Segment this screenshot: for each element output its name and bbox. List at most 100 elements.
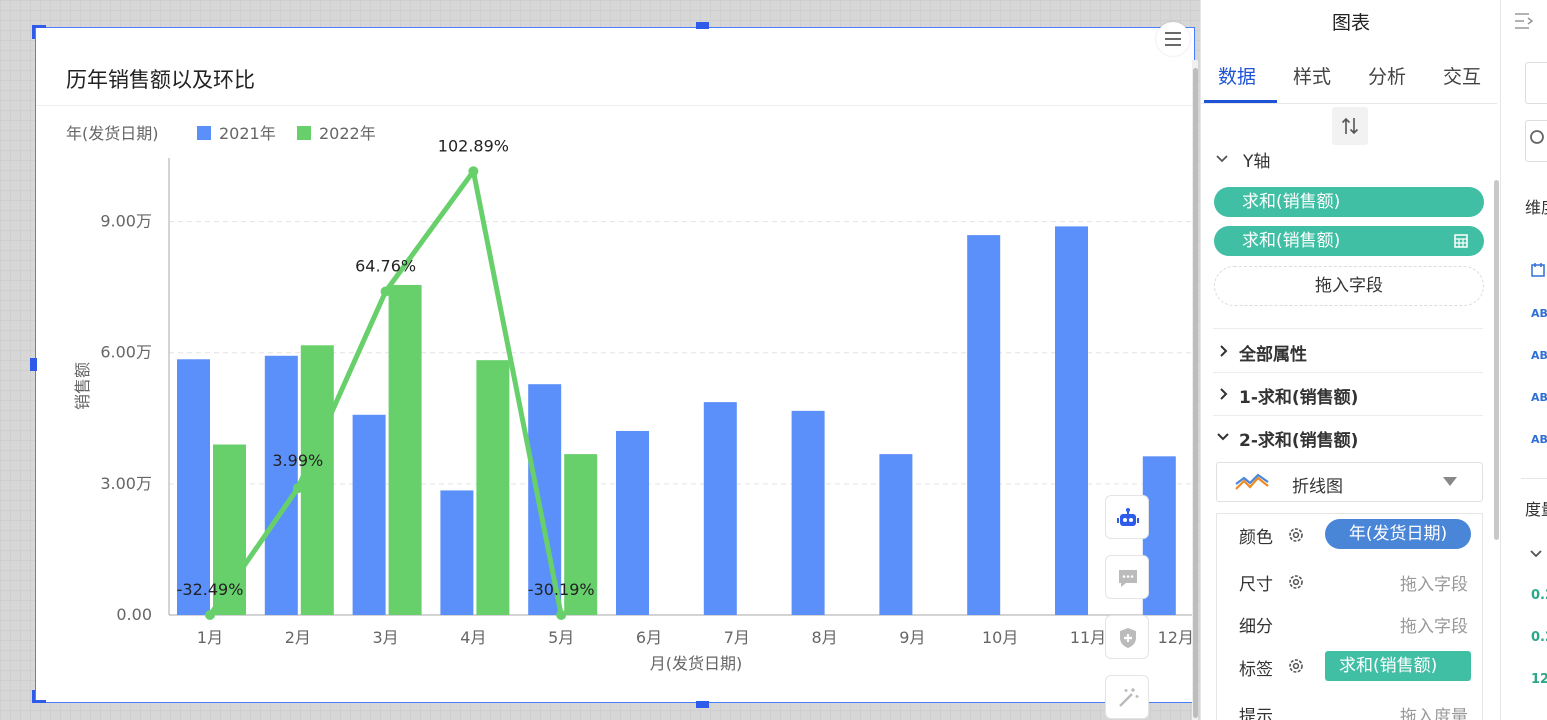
panel-title: 图表 <box>1331 12 1370 34</box>
x-tick-label: 9月 <box>899 628 925 647</box>
measures-label: 度量 <box>1525 500 1547 519</box>
section-measure-1[interactable]: 1-求和(销售额) <box>1239 383 1358 408</box>
x-tick-label: 8月 <box>812 628 838 647</box>
line-data-label: 102.89% <box>438 136 509 155</box>
section-measure-2[interactable]: 2-求和(销售额) <box>1239 426 1358 451</box>
x-axis-title: 月(发货日期) <box>650 654 743 673</box>
y-field-pill-1[interactable]: 求和(销售额) <box>1214 187 1484 217</box>
y-tick-label: 9.00万 <box>100 212 152 231</box>
bar-2022 <box>476 360 510 615</box>
resize-handle-top[interactable] <box>696 22 709 29</box>
chevron-down-icon[interactable] <box>1216 432 1230 442</box>
ai-assistant-button[interactable] <box>1105 495 1149 539</box>
bar-2021 <box>879 454 913 615</box>
field-list-panel: 维度 ABC ABC ABC ABC 度量 0.2 0.2 123 <box>1500 0 1547 720</box>
dimensions-label: 维度 <box>1525 198 1547 217</box>
field-type-abc: ABC <box>1531 391 1547 404</box>
bar-2021 <box>264 355 298 615</box>
chevron-right-icon[interactable] <box>1219 387 1229 401</box>
x-tick-label: 2月 <box>285 628 311 647</box>
color-field-pill[interactable]: 年(发货日期) <box>1325 519 1471 549</box>
section-all-properties[interactable]: 全部属性 <box>1239 340 1307 365</box>
bar-2021 <box>791 410 825 615</box>
field-type-abc: ABC <box>1531 349 1547 362</box>
x-tick-label: 11月 <box>1070 628 1106 647</box>
line-data-label: 64.76% <box>355 257 416 276</box>
line-point <box>468 166 479 177</box>
detail-drop-zone[interactable]: 拖入字段 <box>1400 612 1468 637</box>
canvas-area[interactable]: 历年销售额以及环比 年(发货日期) 2021年 2022年 0.00 3.00万 6.00… <box>0 0 1200 720</box>
legend-title: 年(发货日期) <box>66 124 159 143</box>
x-tick-label: 7月 <box>724 628 750 647</box>
canvas-scrollbar[interactable] <box>1193 68 1198 718</box>
panel-scrollbar[interactable] <box>1494 180 1499 540</box>
swap-axes-button[interactable] <box>1332 107 1368 145</box>
section-divider <box>1213 415 1483 416</box>
bar-2021 <box>616 430 649 615</box>
tab-analysis[interactable]: 分析 <box>1368 62 1406 89</box>
y-axis-drop-zone[interactable]: 拖入字段 <box>1214 266 1484 306</box>
mark-size-label: 尺寸 <box>1239 575 1273 595</box>
collapse-panel-icon[interactable] <box>1513 10 1537 32</box>
section-divider <box>1213 372 1483 373</box>
measure-type-number: 0.2 <box>1531 588 1547 603</box>
x-tick-label: 12月 <box>1158 628 1194 647</box>
bar-2022 <box>388 284 422 615</box>
resize-handle-bottom[interactable] <box>696 701 709 708</box>
x-tick-label: 1月 <box>197 628 223 647</box>
tab-style[interactable]: 样式 <box>1293 62 1331 89</box>
chevron-right-icon[interactable] <box>1219 344 1229 358</box>
mark-tooltip-label: 提示 <box>1239 707 1273 720</box>
chart-card[interactable]: 历年销售额以及环比 年(发货日期) 2021年 2022年 0.00 3.00万 6.00… <box>35 27 1196 703</box>
comment-button[interactable] <box>1105 555 1149 599</box>
chart-menu-icon[interactable] <box>1156 22 1190 56</box>
field-search-border <box>1525 120 1547 162</box>
mark-detail-label: 细分 <box>1239 617 1273 637</box>
bar-2022 <box>300 345 334 615</box>
gear-icon[interactable] <box>1287 573 1305 591</box>
x-tick-label: 5月 <box>548 628 574 647</box>
y-axis-label: Y轴 <box>1243 152 1271 172</box>
label-field-pill[interactable]: 求和(销售额) <box>1325 651 1471 681</box>
marks-card: 颜色 年(发货日期) 尺寸 拖入字段 细分 拖入字段 标签 求和(销售额) 提示… <box>1216 513 1483 720</box>
calculator-icon[interactable] <box>1454 234 1468 248</box>
chart-type-label: 折线图 <box>1292 477 1343 497</box>
tab-interaction[interactable]: 交互 <box>1443 62 1481 89</box>
section-divider <box>1521 478 1547 479</box>
swap-icon <box>1341 117 1359 135</box>
legend-swatch <box>197 126 211 140</box>
tabs-divider <box>1201 103 1497 104</box>
chevron-down-icon[interactable] <box>1529 549 1543 559</box>
y-tick-label: 6.00万 <box>100 343 152 362</box>
magic-wand-button[interactable] <box>1105 675 1149 719</box>
gear-icon[interactable] <box>1287 657 1305 675</box>
bar-2021 <box>967 235 1001 615</box>
resize-handle-top-left-v[interactable] <box>32 25 35 39</box>
measure-type-number: 0.2 <box>1531 630 1547 645</box>
shield-plus-icon <box>1120 628 1136 648</box>
y-field-pill-2[interactable]: 求和(销售额) <box>1214 226 1484 256</box>
y-field-pill-2-label: 求和(销售额) <box>1242 231 1341 251</box>
magic-wand-icon <box>1119 688 1139 707</box>
bar-2021 <box>703 402 737 615</box>
chart-type-select[interactable]: 折线图 <box>1216 462 1483 502</box>
bar-2021 <box>1055 226 1088 615</box>
security-button[interactable] <box>1105 615 1149 659</box>
gear-icon[interactable] <box>1287 526 1305 544</box>
mark-color-label: 颜色 <box>1239 528 1273 548</box>
tab-data[interactable]: 数据 <box>1218 62 1256 89</box>
tooltip-drop-zone[interactable]: 拖入度量 <box>1400 702 1468 720</box>
line-point <box>556 610 567 620</box>
resize-handle-bottom-left-v[interactable] <box>32 690 35 703</box>
size-drop-zone[interactable]: 拖入字段 <box>1400 570 1468 595</box>
field-search-box[interactable] <box>1525 62 1547 104</box>
resize-handle-left[interactable] <box>30 358 37 371</box>
x-tick-label: 4月 <box>460 628 486 647</box>
line-data-label: 3.99% <box>272 451 323 470</box>
bar-2021 <box>440 490 474 615</box>
field-type-abc: ABC <box>1531 433 1547 446</box>
chevron-down-icon[interactable] <box>1215 154 1229 164</box>
chart-plot: 年(发货日期) 2021年 2022年 0.00 3.00万 6.00万 9.00万销售额 1… <box>66 124 1196 673</box>
legend-label: 2021年 <box>219 124 276 143</box>
y-axis-title: 销售额 <box>73 362 92 410</box>
